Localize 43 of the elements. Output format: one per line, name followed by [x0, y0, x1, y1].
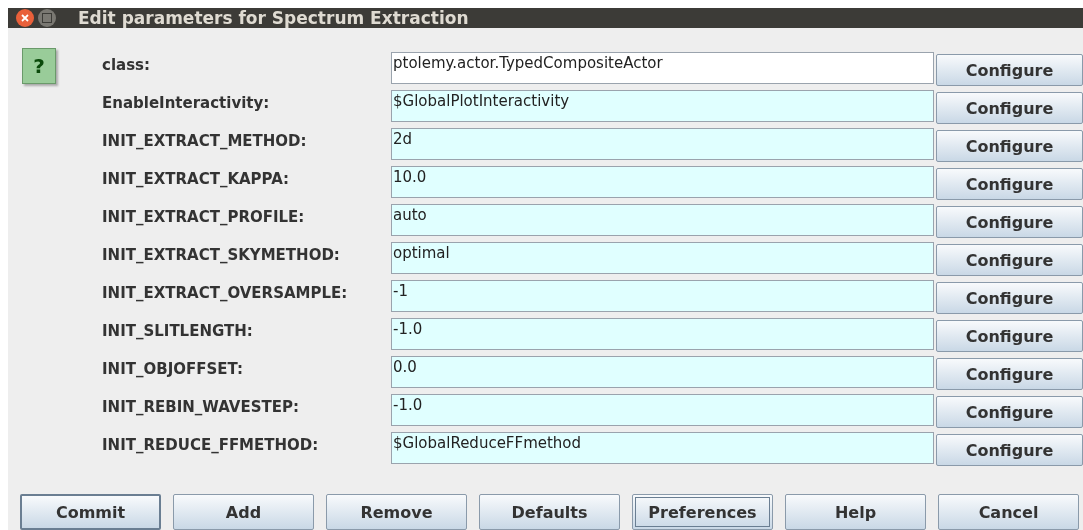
close-icon[interactable]	[16, 9, 34, 27]
help-icon[interactable]: ?	[22, 48, 56, 84]
configure-button[interactable]: Configure	[936, 434, 1083, 466]
parameter-label: INIT_EXTRACT_OVERSAMPLE:	[102, 283, 349, 304]
dialog-button[interactable]: Commit	[20, 494, 161, 530]
parameter-label: INIT_SLITLENGTH:	[102, 321, 254, 342]
parameter-field[interactable]: -1	[391, 280, 934, 312]
parameter-label: INIT_EXTRACT_PROFILE:	[102, 207, 306, 228]
parameter-label: INIT_REBIN_WAVESTEP:	[102, 397, 300, 418]
dialog-button[interactable]: Remove	[326, 494, 467, 530]
configure-button[interactable]: Configure	[936, 130, 1083, 162]
parameter-label: EnableInteractivity:	[102, 93, 271, 114]
parameter-field[interactable]: 10.0	[391, 166, 934, 198]
parameter-field[interactable]: auto	[391, 204, 934, 236]
parameter-label: INIT_EXTRACT_SKYMETHOD:	[102, 245, 341, 266]
parameter-label: INIT_EXTRACT_METHOD:	[102, 131, 308, 152]
parameter-label: INIT_OBJOFFSET:	[102, 359, 244, 380]
configure-button[interactable]: Configure	[936, 206, 1083, 238]
configure-button[interactable]: Configure	[936, 282, 1083, 314]
parameter-label: INIT_REDUCE_FFMETHOD:	[102, 435, 320, 456]
parameter-label: INIT_EXTRACT_KAPPA:	[102, 169, 291, 190]
parameter-field[interactable]: 2d	[391, 128, 934, 160]
parameter-field[interactable]: optimal	[391, 242, 934, 274]
parameter-field[interactable]: 0.0	[391, 356, 934, 388]
configure-button[interactable]: Configure	[936, 168, 1083, 200]
dialog-button[interactable]: Defaults	[479, 494, 620, 530]
window-title: Edit parameters for Spectrum Extraction	[78, 8, 469, 28]
parameter-field[interactable]: ptolemy.actor.TypedCompositeActor	[391, 52, 934, 84]
configure-button[interactable]: Configure	[936, 92, 1083, 124]
configure-button[interactable]: Configure	[936, 54, 1083, 86]
configure-button[interactable]: Configure	[936, 396, 1083, 428]
dialog-button[interactable]: Add	[173, 494, 314, 530]
parameter-field[interactable]: $GlobalPlotInteractivity	[391, 90, 934, 122]
parameter-field[interactable]: $GlobalReduceFFmethod	[391, 432, 934, 464]
parameter-label: class:	[102, 55, 151, 76]
configure-button[interactable]: Configure	[936, 244, 1083, 276]
parameter-field[interactable]: -1.0	[391, 318, 934, 350]
configure-button[interactable]: Configure	[936, 358, 1083, 390]
parameter-field[interactable]: -1.0	[391, 394, 934, 426]
dialog-button[interactable]: Cancel	[938, 494, 1079, 530]
dialog-button[interactable]: Help	[785, 494, 926, 530]
dialog-button[interactable]: Preferences	[632, 494, 773, 530]
configure-button[interactable]: Configure	[936, 320, 1083, 352]
